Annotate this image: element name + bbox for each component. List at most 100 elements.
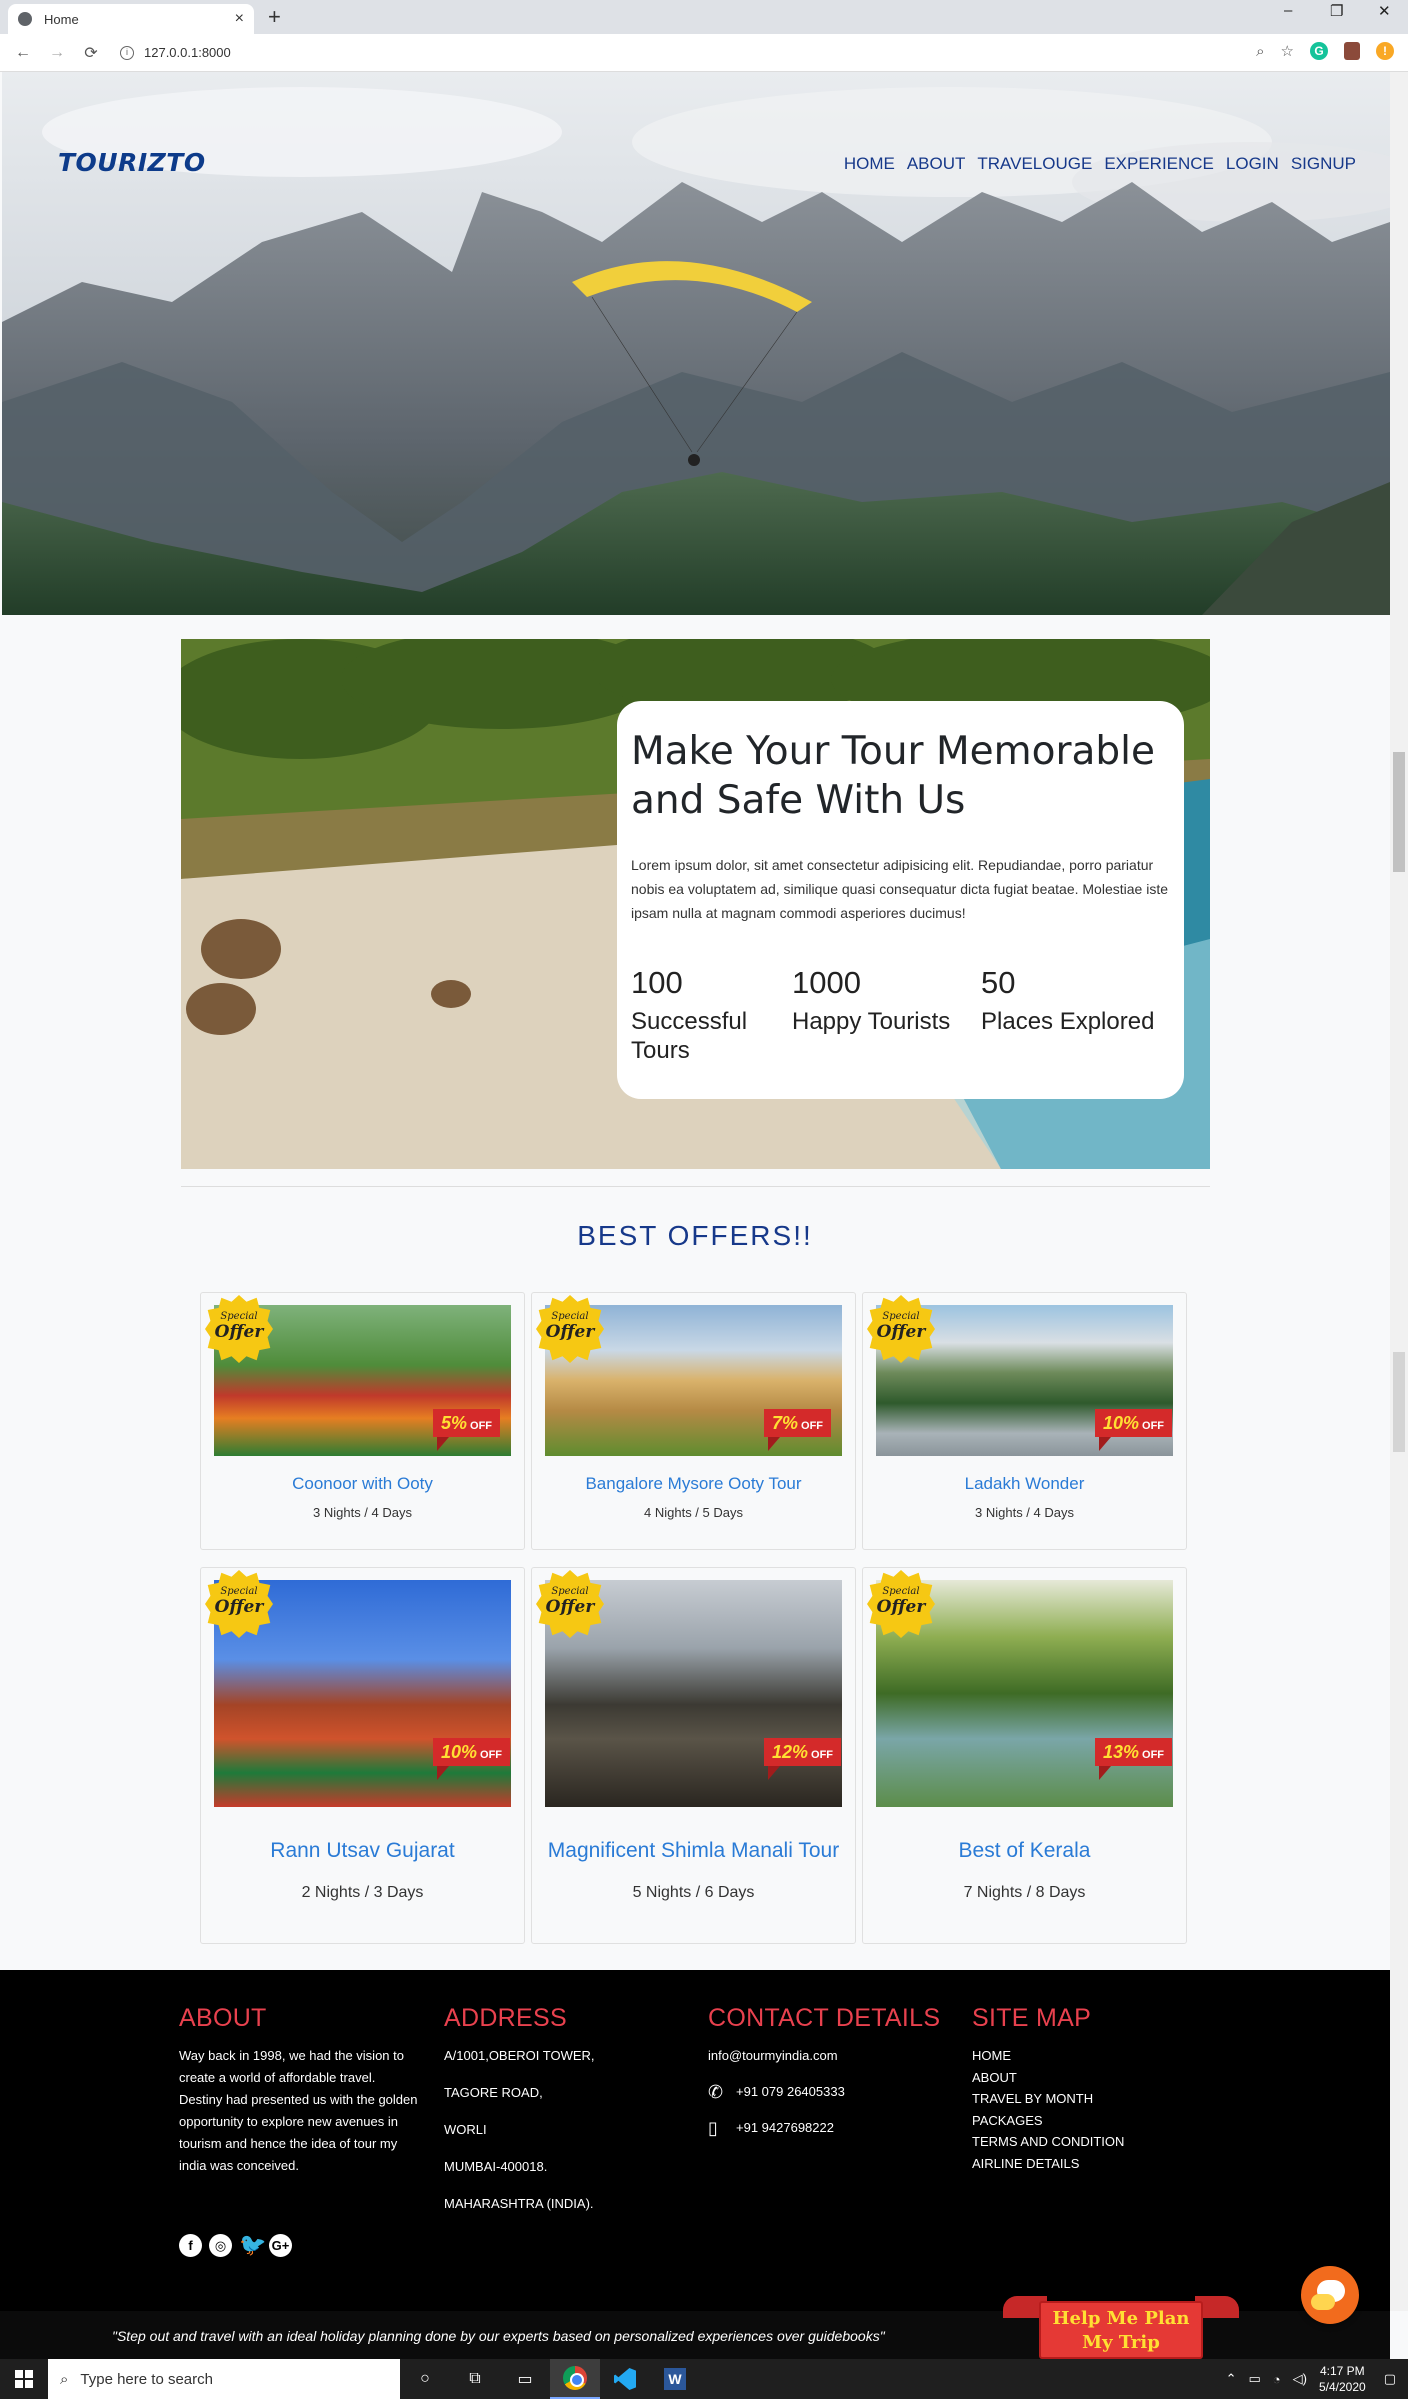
discount-ribbon: 12% OFF [764,1738,842,1780]
new-tab-button[interactable]: + [268,4,281,30]
forward-icon[interactable]: → [46,44,68,62]
window-close-button[interactable]: ✕ [1378,2,1391,20]
about-description: Lorem ipsum dolor, sit amet consectetur … [631,857,1168,921]
help-me-plan-button[interactable]: Help Me Plan My Trip [1039,2301,1203,2359]
phone-number[interactable]: +91 079 26405333 [736,2081,845,2103]
wifi-icon[interactable]: ◔ [1273,2372,1281,2387]
info-icon[interactable]: i [120,45,134,60]
offer-card[interactable]: Special Offer 10% OFF Rann Utsav Gujarat 2… [200,1567,525,1944]
cortana-icon[interactable]: ○ [400,2359,450,2399]
minimize-button[interactable]: – [1284,2,1292,19]
chat-bubble-icon[interactable] [1301,2266,1359,2324]
footer-address-title: ADDRESS [444,2004,567,2032]
windows-start-icon[interactable] [0,2359,48,2399]
nav-login[interactable]: LOGIN [1226,154,1279,174]
reload-icon[interactable]: ⟳ [80,43,102,63]
offer-card[interactable]: Special Offer 13% OFF Best of Kerala 7 Nig… [862,1567,1187,1944]
nav-experience[interactable]: EXPERIENCE [1104,154,1214,174]
footer-contact-title: CONTACT DETAILS [708,2004,941,2032]
stats-row: 100 Successful Tours 1000 Happy Tourists… [631,965,1170,1065]
special-offer-badge: Special Offer [205,1295,273,1363]
stat-tours: 100 Successful Tours [631,965,792,1065]
volume-icon[interactable]: ◁) [1293,2371,1307,2387]
zoom-icon[interactable]: ⌕ [1256,43,1264,60]
mobile-number[interactable]: +91 9427698222 [736,2117,834,2139]
offer-card[interactable]: Special Offer 10% OFF Ladakh Wonder 3 Nigh… [862,1292,1187,1550]
scrollbar-thumb[interactable] [1393,1352,1405,1452]
address-line: TAGORE ROAD, [444,2085,543,2100]
sitemap-link-packages[interactable]: PACKAGES [972,2110,1172,2132]
nav-about[interactable]: ABOUT [907,154,966,174]
terminal-icon[interactable]: ▭ [500,2359,550,2399]
notification-icon[interactable]: ▢ [1384,2371,1396,2387]
offer-title[interactable]: Ladakh Wonder [863,1474,1186,1494]
discount-ribbon: 13% OFF [1095,1738,1173,1780]
nav-travelouge[interactable]: TRAVELOUGE [977,154,1092,174]
offer-card[interactable]: Special Offer 12% OFF Magnificent Shimla M… [531,1567,856,1944]
offer-duration: 3 Nights / 4 Days [313,1505,412,1520]
offer-card[interactable]: Special Offer 7% OFF Bangalore Mysore Ooty… [531,1292,856,1550]
phone-row: ✆ +91 079 26405333 [708,2081,958,2103]
clock[interactable]: 4:17 PM 5/4/2020 [1319,2363,1366,2395]
offer-title[interactable]: Rann Utsav Gujarat [201,1839,524,1863]
sitemap-link-home[interactable]: HOME [972,2045,1172,2067]
footer-address: ADDRESS A/1001,OBEROI TOWER, TAGORE ROAD… [444,2004,674,2230]
stat-tourists: 1000 Happy Tourists [792,965,981,1065]
url-field[interactable]: i 127.0.0.1:8000 [120,45,231,60]
stat-label: Successful Tours [631,1008,748,1064]
back-icon[interactable]: ← [12,44,34,62]
word-icon[interactable]: W [650,2359,700,2399]
profile-avatar[interactable] [1344,42,1360,60]
sitemap-link-travel-by-month[interactable]: TRAVEL BY MONTH [972,2088,1172,2110]
offer-card[interactable]: Special Offer 5% OFF Coonoor with Ooty 3 N… [200,1292,525,1550]
mobile-icon: ▯ [708,2118,718,2138]
sitemap-link-terms[interactable]: TERMS AND CONDITION [972,2131,1172,2153]
footer-sitemap-title: SITE MAP [972,2004,1092,2032]
site-logo[interactable]: TOURIZTO [58,148,206,177]
taskbar-search-input[interactable]: ⌕ Type here to search [48,2359,400,2399]
offers-title: BEST OFFERS!! [577,1220,813,1251]
tab-close-icon[interactable]: × [235,10,244,28]
grammarly-extension-icon[interactable]: G [1310,42,1328,60]
tab-title: Home [44,11,79,27]
search-placeholder: Type here to search [80,2370,213,2388]
page-scrollbar[interactable] [1390,72,1408,2311]
footer-quote: "Step out and travel with an ideal holid… [112,2328,885,2344]
url-text: 127.0.0.1:8000 [144,45,231,60]
stat-label: Places Explored [981,1008,1155,1035]
browser-tabbar: Home × + – ❐ ✕ [0,0,1408,34]
address-bar: ← → ⟳ i 127.0.0.1:8000 ⌕ ☆ G ! [0,34,1408,72]
vscode-icon[interactable] [600,2359,650,2399]
scrollbar-thumb[interactable] [1393,752,1405,872]
stat-value: 100 [631,965,683,1000]
address-line: A/1001,OBEROI TOWER, [444,2048,595,2063]
special-offer-badge: Special Offer [536,1570,604,1638]
email-link[interactable]: info@tourmyindia.com [708,2045,958,2067]
sitemap-link-airline[interactable]: AIRLINE DETAILS [972,2153,1172,2175]
nav-home[interactable]: HOME [844,154,895,174]
offer-title[interactable]: Best of Kerala [863,1839,1186,1863]
browser-tab[interactable]: Home × [8,4,254,34]
site-footer: ABOUT Way back in 1998, we had the visio… [0,1970,1390,2311]
about-heading: Make Your Tour Memorable and Safe With U… [631,729,1156,823]
offer-title[interactable]: Magnificent Shimla Manali Tour [532,1839,855,1863]
offer-title[interactable]: Bangalore Mysore Ooty Tour [532,1474,855,1494]
stat-places: 50 Places Explored [981,965,1170,1065]
stat-value: 1000 [792,965,861,1000]
sitemap-link-about[interactable]: ABOUT [972,2067,1172,2089]
twitter-icon[interactable]: 🐦 [239,2234,266,2257]
update-alert-icon[interactable]: ! [1376,42,1394,60]
nav-signup[interactable]: SIGNUP [1291,154,1356,174]
instagram-icon[interactable]: ◎ [209,2234,232,2257]
chevron-up-icon[interactable]: ⌃ [1226,2371,1237,2387]
restore-button[interactable]: ❐ [1330,2,1343,20]
google-plus-icon[interactable]: G+ [269,2234,292,2257]
facebook-icon[interactable]: f [179,2234,202,2257]
bookmark-star-icon[interactable]: ☆ [1281,42,1294,60]
offer-title[interactable]: Coonoor with Ooty [201,1474,524,1494]
chrome-icon[interactable] [550,2359,600,2399]
about-card: Make Your Tour Memorable and Safe With U… [617,701,1184,1099]
task-view-icon[interactable]: ⧉ [450,2359,500,2399]
battery-icon[interactable]: ▭ [1249,2371,1261,2387]
offer-duration: 2 Nights / 3 Days [301,1884,424,1901]
